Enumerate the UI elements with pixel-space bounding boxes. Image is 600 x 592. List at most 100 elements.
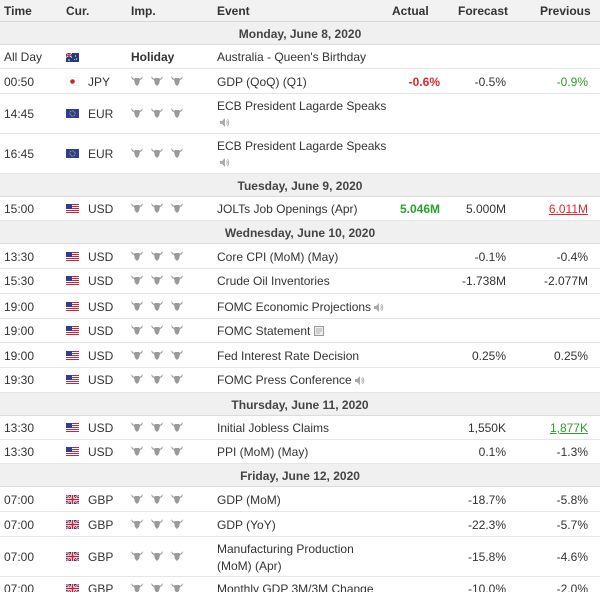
col-currency: Cur. xyxy=(66,4,90,18)
australia-flag-icon xyxy=(66,53,79,62)
table-row[interactable]: 15:00 USD JOLTs Job Openings (Apr) 5.046… xyxy=(0,197,600,221)
bull-icon xyxy=(151,251,163,261)
table-row[interactable]: 13:30 USD Initial Jobless Claims 1,550K … xyxy=(0,416,600,440)
forecast-value: 0.1% xyxy=(478,445,506,459)
table-row[interactable]: 13:30 USD Core CPI (MoM) (May) -0.1% -0.… xyxy=(0,244,600,269)
event-name[interactable]: Initial Jobless Claims xyxy=(217,420,392,436)
speaker-icon[interactable] xyxy=(220,158,230,167)
previous-value: -5.7% xyxy=(556,518,588,532)
bull-icon xyxy=(131,374,143,384)
event-name[interactable]: FOMC Statement xyxy=(217,323,417,339)
previous-value: -1.3% xyxy=(556,445,588,459)
bull-icon xyxy=(171,583,183,592)
us-flag-icon xyxy=(66,302,79,311)
event-name[interactable]: PPI (MoM) (May) xyxy=(217,444,392,460)
table-row[interactable]: 19:30 USD FOMC Press Conference xyxy=(0,368,600,393)
bull-icon xyxy=(131,108,143,118)
event-name[interactable]: Fed Interest Rate Decision xyxy=(217,348,392,364)
uk-flag-icon xyxy=(66,495,79,504)
us-flag-icon xyxy=(66,423,79,432)
col-previous: Previous xyxy=(540,4,591,18)
forecast-value: -10.0% xyxy=(467,582,506,592)
forecast-value: -18.7% xyxy=(467,493,506,507)
importance-bulls xyxy=(131,551,183,561)
bull-icon xyxy=(131,203,143,213)
importance-bulls xyxy=(131,350,183,360)
bull-icon xyxy=(131,251,143,261)
bull-icon xyxy=(151,325,163,335)
event-name[interactable]: ECB President Lagarde Speaks xyxy=(217,98,417,130)
bull-icon xyxy=(151,422,163,432)
document-icon[interactable] xyxy=(314,326,324,336)
table-row[interactable]: 07:00 GBP Monthly GDP 3M/3M Change -10.0… xyxy=(0,577,600,592)
bull-icon xyxy=(131,422,143,432)
event-name[interactable]: Core CPI (MoM) (May) xyxy=(217,249,392,265)
event-name[interactable]: GDP (YoY) xyxy=(217,517,392,533)
bull-icon xyxy=(171,148,183,158)
col-importance: Imp. xyxy=(131,4,156,18)
day-header: Monday, June 8, 2020 xyxy=(0,22,600,45)
importance-bulls xyxy=(131,446,183,456)
forecast-value: -0.5% xyxy=(474,75,506,89)
eu-flag-icon xyxy=(66,109,79,118)
bull-icon xyxy=(171,203,183,213)
event-name[interactable]: ECB President Lagarde Speaks xyxy=(217,138,417,170)
importance-bulls xyxy=(131,108,183,118)
bull-icon xyxy=(151,374,163,384)
event-name[interactable]: Crude Oil Inventories xyxy=(217,273,392,289)
uk-flag-icon xyxy=(66,520,79,529)
previous-value: 0.25% xyxy=(553,349,588,363)
bull-icon xyxy=(171,301,183,311)
day-header: Thursday, June 11, 2020 xyxy=(0,393,600,416)
eu-flag-icon xyxy=(66,149,79,158)
day-header: Tuesday, June 9, 2020 xyxy=(0,174,600,197)
table-row[interactable]: 19:00 USD FOMC Economic Projections xyxy=(0,294,600,319)
importance-bulls xyxy=(131,76,183,86)
event-name[interactable]: Monthly GDP 3M/3M Change xyxy=(217,581,417,592)
event-name[interactable]: FOMC Press Conference xyxy=(217,372,417,388)
importance-bulls xyxy=(131,374,183,384)
table-row[interactable]: 07:00 GBP GDP (YoY) -22.3% -5.7% xyxy=(0,512,600,537)
bull-icon xyxy=(151,519,163,529)
bull-icon xyxy=(131,350,143,360)
table-row[interactable]: 16:45 EUR ECB President Lagarde Speaks xyxy=(0,134,600,174)
event-name[interactable]: GDP (MoM) xyxy=(217,492,392,508)
table-row[interactable]: 00:50 JPY GDP (QoQ) (Q1) -0.6% -0.5% -0.… xyxy=(0,69,600,94)
forecast-value: -15.8% xyxy=(467,550,506,564)
importance-bulls xyxy=(131,325,183,335)
forecast-value: 0.25% xyxy=(471,349,506,363)
uk-flag-icon xyxy=(66,584,79,592)
us-flag-icon xyxy=(66,204,79,213)
bull-icon xyxy=(131,325,143,335)
uk-flag-icon xyxy=(66,552,79,561)
bull-icon xyxy=(131,494,143,504)
bull-icon xyxy=(171,422,183,432)
previous-value: -0.4% xyxy=(556,250,588,264)
actual-value: 5.046M xyxy=(399,202,440,216)
table-row[interactable]: All Day Holiday Australia - Queen's Birt… xyxy=(0,45,600,69)
table-row[interactable]: 13:30 USD PPI (MoM) (May) 0.1% -1.3% xyxy=(0,440,600,464)
table-row[interactable]: 07:00 GBP GDP (MoM) -18.7% -5.8% xyxy=(0,487,600,512)
importance-bulls xyxy=(131,203,183,213)
event-name[interactable]: FOMC Economic Projections xyxy=(217,299,417,315)
col-time: Time xyxy=(4,4,32,18)
bull-icon xyxy=(171,494,183,504)
speaker-icon[interactable] xyxy=(355,376,365,385)
table-row[interactable]: 07:00 GBP Manufacturing Production (MoM)… xyxy=(0,537,600,577)
speaker-icon[interactable] xyxy=(374,303,384,312)
us-flag-icon xyxy=(66,351,79,360)
bull-icon xyxy=(131,583,143,592)
bull-icon xyxy=(151,551,163,561)
japan-flag-icon xyxy=(66,77,79,86)
event-name[interactable]: Manufacturing Production (MoM) (Apr) xyxy=(217,541,367,575)
bull-icon xyxy=(151,203,163,213)
table-row[interactable]: 14:45 EUR ECB President Lagarde Speaks xyxy=(0,94,600,134)
table-row[interactable]: 19:00 USD FOMC Statement xyxy=(0,319,600,343)
bull-icon xyxy=(131,148,143,158)
table-row[interactable]: 15:30 USD Crude Oil Inventories -1.738M … xyxy=(0,269,600,294)
us-flag-icon xyxy=(66,276,79,285)
bull-icon xyxy=(151,350,163,360)
event-name[interactable]: Australia - Queen's Birthday xyxy=(217,49,392,65)
table-row[interactable]: 19:00 USD Fed Interest Rate Decision 0.2… xyxy=(0,343,600,368)
speaker-icon[interactable] xyxy=(220,118,230,127)
